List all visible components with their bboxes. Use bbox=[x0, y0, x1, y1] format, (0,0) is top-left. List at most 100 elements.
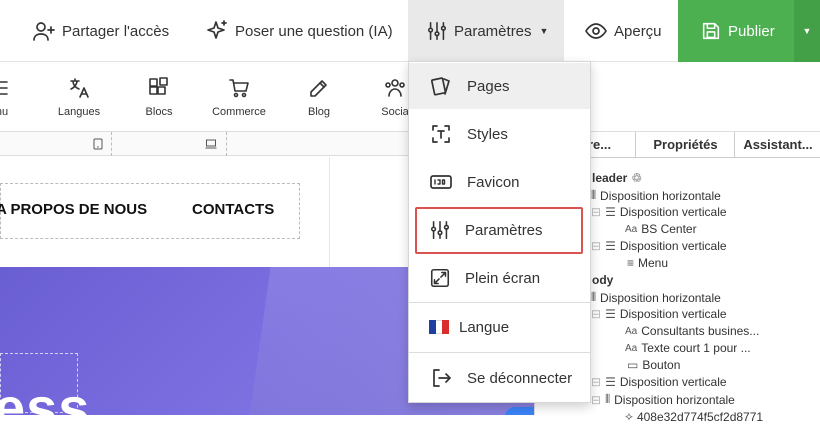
settings-dropdown-menu: Pages Styles Favicon Paramètres Plein éc… bbox=[408, 61, 591, 403]
tree-item[interactable]: Aa BS Center bbox=[625, 222, 697, 236]
tree-section-header[interactable]: ody bbox=[592, 273, 613, 287]
menu-item-language[interactable]: Langue bbox=[409, 304, 590, 350]
settings-menu-button[interactable]: Paramètres ▼ bbox=[408, 0, 564, 62]
publish-label: Publier bbox=[728, 22, 775, 40]
nav-link-about[interactable]: A PROPOS DE NOUS bbox=[0, 201, 147, 218]
tree-item[interactable]: ▭ Bouton bbox=[627, 358, 680, 372]
tree-item[interactable]: ⊟ ☰ Disposition verticale bbox=[591, 205, 727, 219]
pages-icon bbox=[429, 74, 453, 98]
tree-line-icon: ⊟ bbox=[591, 392, 602, 407]
tree-item[interactable]: ⫴ Disposition horizontale bbox=[591, 290, 721, 305]
tree-line-icon: ⊟ bbox=[591, 307, 602, 321]
menu-item-logout[interactable]: Se déconnecter bbox=[409, 355, 590, 401]
tree-item[interactable]: ⊟ ⫴ Disposition horizontale bbox=[591, 392, 735, 407]
tree-item[interactable]: ⊟ ☰ Disposition verticale bbox=[591, 307, 727, 321]
tablet-device-icon[interactable] bbox=[93, 138, 103, 150]
publish-button[interactable]: Publier bbox=[678, 0, 794, 62]
tree-section-header[interactable]: leader ♲ bbox=[592, 171, 642, 185]
caret-down-icon: ▼ bbox=[539, 26, 549, 36]
tab-assistant[interactable]: Assistant... bbox=[734, 132, 820, 158]
sliders-icon bbox=[429, 219, 451, 241]
tool-blog-label: Blog bbox=[307, 106, 331, 118]
text-icon: Aa bbox=[625, 223, 638, 235]
component-icon: ⟡ bbox=[625, 409, 633, 423]
tree-line-icon: ⊟ bbox=[591, 375, 602, 389]
tree-line-icon: ⊟ bbox=[591, 239, 602, 253]
blocks-icon bbox=[147, 76, 171, 100]
rows-icon: ☰ bbox=[605, 205, 616, 219]
tree-line-icon: ⊟ bbox=[591, 205, 602, 219]
columns-icon: ⫴ bbox=[591, 290, 597, 304]
menu-item-settings-label: Paramètres bbox=[465, 221, 543, 239]
ask-ai-button[interactable]: Poser une question (IA) bbox=[205, 0, 393, 62]
menu-item-logout-label: Se déconnecter bbox=[467, 369, 573, 387]
text-icon: Aa bbox=[625, 342, 638, 354]
tool-commerce[interactable]: Commerce bbox=[204, 76, 274, 118]
tree-item[interactable]: ⊟ ☰ Disposition verticale bbox=[591, 375, 727, 389]
caret-down-icon: ▼ bbox=[802, 26, 812, 36]
tool-menu-label: enu bbox=[0, 106, 9, 118]
user-add-icon bbox=[32, 19, 56, 43]
publish-options-button[interactable]: ▼ bbox=[794, 0, 820, 62]
menu-icon: ≡ bbox=[627, 256, 635, 270]
favicon-icon bbox=[429, 170, 453, 194]
preview-label: Aperçu bbox=[614, 22, 662, 40]
nav-link-contacts[interactable]: CONTACTS bbox=[192, 201, 274, 218]
menu-item-settings[interactable]: Paramètres bbox=[409, 207, 590, 253]
tree-item[interactable]: Aa Texte court 1 pour ... bbox=[625, 341, 751, 355]
text-icon: Aa bbox=[625, 325, 638, 337]
eye-icon bbox=[584, 19, 608, 43]
fullscreen-icon bbox=[429, 267, 451, 289]
flag-fr-icon bbox=[429, 320, 450, 334]
styles-icon bbox=[429, 122, 453, 146]
tool-blocks-label: Blocs bbox=[145, 106, 173, 118]
menu-item-fullscreen[interactable]: Plein écran bbox=[409, 255, 590, 301]
social-icon bbox=[383, 76, 407, 100]
share-access-button[interactable]: Partager l'accès bbox=[32, 0, 169, 62]
tree-item[interactable]: ⟡ 408e32d774f5cf2d8771 bbox=[625, 409, 763, 424]
rows-icon: ☰ bbox=[605, 307, 616, 321]
save-icon bbox=[700, 20, 722, 42]
sparkle-icon bbox=[205, 19, 229, 43]
rows-icon: ☰ bbox=[605, 375, 616, 389]
menu-item-pages[interactable]: Pages bbox=[409, 63, 590, 109]
tree-item[interactable]: Aa Consultants busines... bbox=[625, 324, 759, 338]
columns-icon: ⫴ bbox=[605, 392, 611, 406]
tree-item[interactable]: ⫴ Disposition horizontale bbox=[591, 188, 721, 203]
columns-icon: ⫴ bbox=[591, 188, 597, 202]
share-access-label: Partager l'accès bbox=[62, 22, 170, 40]
ask-ai-label: Poser une question (IA) bbox=[235, 22, 393, 40]
preview-button[interactable]: Aperçu bbox=[584, 0, 662, 62]
tool-social-label: Socia bbox=[381, 106, 409, 118]
recycle-icon: ♲ bbox=[631, 171, 643, 185]
menu-item-language-label: Langue bbox=[459, 318, 510, 336]
rows-icon: ☰ bbox=[605, 239, 616, 253]
top-toolbar: Partager l'accès Poser une question (IA)… bbox=[0, 0, 820, 62]
tool-menu[interactable]: enu bbox=[0, 76, 34, 118]
settings-menu-label: Paramètres bbox=[454, 22, 532, 40]
menu-divider bbox=[409, 352, 590, 353]
tool-languages-label: Langues bbox=[57, 106, 101, 118]
menu-item-favicon-label: Favicon bbox=[467, 173, 520, 191]
tree-item[interactable]: ≡ Menu bbox=[627, 256, 668, 270]
tool-languages[interactable]: Langues bbox=[44, 76, 114, 118]
menu-item-favicon[interactable]: Favicon bbox=[409, 159, 590, 205]
menu-icon bbox=[0, 76, 11, 100]
menu-item-styles[interactable]: Styles bbox=[409, 111, 590, 157]
desktop-device-icon[interactable] bbox=[205, 139, 217, 149]
logout-icon bbox=[429, 366, 453, 390]
menu-divider bbox=[409, 302, 590, 303]
menu-item-fullscreen-label: Plein écran bbox=[465, 269, 541, 287]
translate-icon bbox=[67, 76, 91, 100]
tab-properties[interactable]: Propriétés bbox=[635, 132, 735, 158]
tool-blocks[interactable]: Blocs bbox=[124, 76, 194, 118]
tool-commerce-label: Commerce bbox=[212, 106, 266, 118]
hero-title[interactable]: ess bbox=[0, 375, 90, 415]
menu-item-pages-label: Pages bbox=[467, 77, 510, 95]
tool-blog[interactable]: Blog bbox=[284, 76, 354, 118]
cart-icon bbox=[227, 76, 251, 100]
button-icon: ▭ bbox=[627, 358, 639, 372]
pen-icon bbox=[307, 76, 331, 100]
tree-item[interactable]: ⊟ ☰ Disposition verticale bbox=[591, 239, 727, 253]
menu-item-styles-label: Styles bbox=[467, 125, 508, 143]
